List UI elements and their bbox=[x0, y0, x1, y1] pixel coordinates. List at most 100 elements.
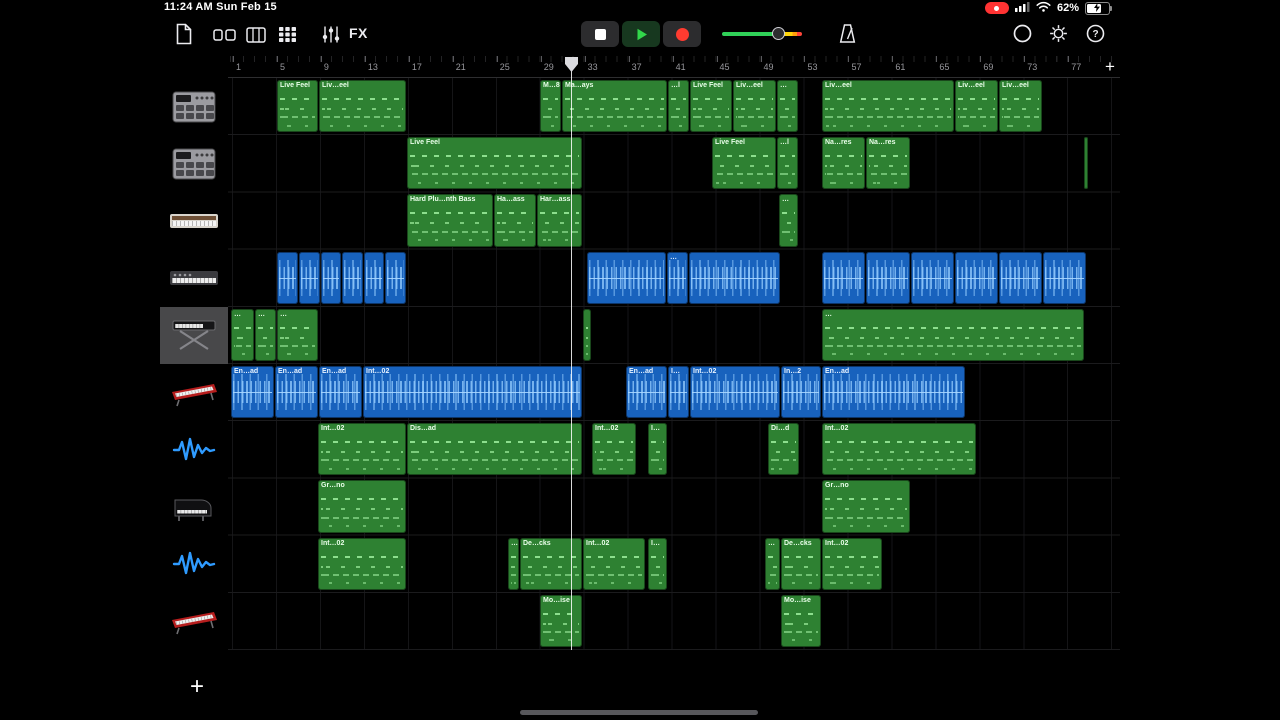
play-button[interactable] bbox=[622, 21, 660, 47]
track-header-audio-waveform[interactable] bbox=[160, 536, 228, 593]
audio-region[interactable] bbox=[385, 251, 406, 304]
track-header-red-synth[interactable] bbox=[160, 593, 228, 650]
screen-recording-indicator[interactable] bbox=[984, 2, 1009, 14]
midi-region[interactable]: Gr…no bbox=[318, 480, 406, 533]
audio-region[interactable] bbox=[689, 251, 780, 304]
midi-region[interactable]: Liv…eel bbox=[955, 80, 998, 133]
midi-region[interactable]: … bbox=[777, 80, 798, 133]
track-header-stage-piano[interactable] bbox=[160, 306, 228, 364]
track-header-drum-machine[interactable] bbox=[160, 78, 228, 135]
audio-region[interactable]: En…ad bbox=[822, 366, 965, 419]
horizontal-scrollbar[interactable] bbox=[520, 710, 758, 715]
settings-button[interactable] bbox=[1048, 23, 1069, 49]
midi-region[interactable]: …l bbox=[668, 80, 689, 133]
audio-region[interactable]: Int…02 bbox=[690, 366, 780, 419]
midi-region[interactable]: …l bbox=[777, 137, 798, 190]
midi-region[interactable]: I… bbox=[648, 537, 667, 590]
audio-region[interactable]: … bbox=[667, 251, 688, 304]
track-header-audio-waveform[interactable] bbox=[160, 421, 228, 478]
audio-region[interactable]: En…ad bbox=[319, 366, 362, 419]
record-button[interactable] bbox=[663, 21, 701, 47]
midi-region[interactable]: Live Feel bbox=[277, 80, 318, 133]
midi-region[interactable]: Na…res bbox=[822, 137, 865, 190]
audio-region[interactable]: In…2 bbox=[781, 366, 821, 419]
midi-region[interactable]: … bbox=[822, 308, 1084, 361]
midi-region[interactable]: Dis…ad bbox=[407, 423, 582, 476]
midi-region[interactable]: Int…02 bbox=[592, 423, 636, 476]
song-browser-button[interactable] bbox=[175, 23, 193, 50]
midi-region[interactable]: M…8 bbox=[540, 80, 561, 133]
timeline-ruler[interactable]: 1 5 9 13 17 21 25 29 33 37 41 45 49 53 57 61 65 69 73 77 bbox=[228, 56, 1120, 78]
midi-region[interactable]: Int…02 bbox=[583, 537, 645, 590]
audio-region[interactable] bbox=[364, 251, 384, 304]
midi-region[interactable]: Liv…eel bbox=[733, 80, 776, 133]
audio-region[interactable]: En…ad bbox=[275, 366, 318, 419]
midi-region[interactable]: Mo…ise bbox=[781, 594, 821, 647]
audio-region[interactable] bbox=[587, 251, 666, 304]
audio-region[interactable] bbox=[866, 251, 910, 304]
midi-region[interactable]: Live Feel bbox=[712, 137, 776, 190]
keyboard-view-button[interactable] bbox=[246, 26, 266, 49]
midi-region[interactable]: … bbox=[231, 308, 254, 361]
midi-region[interactable]: I… bbox=[648, 423, 667, 476]
midi-region[interactable]: De…cks bbox=[781, 537, 821, 590]
stop-button[interactable] bbox=[581, 21, 619, 47]
midi-region[interactable]: … bbox=[508, 537, 519, 590]
audio-region[interactable] bbox=[342, 251, 363, 304]
midi-region[interactable]: Int…02 bbox=[318, 423, 406, 476]
view-toggle-button[interactable] bbox=[213, 26, 236, 49]
track-header-grand-piano[interactable] bbox=[160, 478, 228, 535]
midi-region[interactable]: Liv…eel bbox=[822, 80, 954, 133]
midi-region[interactable]: Hard Plu…nth Bass bbox=[407, 194, 493, 247]
metronome-button[interactable] bbox=[838, 23, 857, 49]
midi-region[interactable]: Liv…eel bbox=[999, 80, 1042, 133]
audio-region[interactable] bbox=[277, 251, 298, 304]
track-header-vintage-synth[interactable] bbox=[160, 192, 228, 249]
midi-region[interactable]: … bbox=[277, 308, 318, 361]
audio-region[interactable]: En…ad bbox=[626, 366, 667, 419]
audio-region[interactable] bbox=[1043, 251, 1086, 304]
midi-region[interactable]: … bbox=[779, 194, 798, 247]
midi-region[interactable]: Di…d bbox=[768, 423, 799, 476]
help-button[interactable]: ? bbox=[1085, 23, 1106, 49]
midi-region[interactable]: Mo…ise bbox=[540, 594, 582, 647]
midi-region[interactable]: Int…02 bbox=[822, 537, 882, 590]
midi-region[interactable]: Liv…eel bbox=[319, 80, 406, 133]
midi-region[interactable]: Int…02 bbox=[822, 423, 976, 476]
midi-region[interactable] bbox=[583, 308, 591, 361]
midi-region[interactable]: Live Feel bbox=[690, 80, 732, 133]
audio-region[interactable] bbox=[911, 251, 954, 304]
audio-region[interactable] bbox=[955, 251, 998, 304]
volume-knob[interactable] bbox=[772, 27, 785, 40]
audio-region[interactable]: En…ad bbox=[231, 366, 274, 419]
midi-region[interactable]: Ma…ays bbox=[562, 80, 667, 133]
midi-region[interactable]: … bbox=[255, 308, 276, 361]
audio-region[interactable]: I… bbox=[668, 366, 689, 419]
track-header-drum-machine[interactable] bbox=[160, 135, 228, 192]
midi-region[interactable]: Int…02 bbox=[318, 537, 406, 590]
audio-region[interactable] bbox=[321, 251, 341, 304]
midi-region[interactable]: Har…ass bbox=[537, 194, 582, 247]
add-section-button[interactable]: + bbox=[1100, 57, 1120, 77]
midi-region[interactable]: … bbox=[765, 537, 780, 590]
playhead[interactable] bbox=[570, 57, 572, 650]
fx-button[interactable]: FX bbox=[349, 25, 368, 41]
midi-region[interactable] bbox=[1084, 137, 1088, 190]
midi-region[interactable]: Gr…no bbox=[822, 480, 910, 533]
master-volume-slider[interactable] bbox=[722, 27, 802, 40]
loops-grid-button[interactable] bbox=[278, 26, 297, 48]
add-track-button[interactable]: + bbox=[184, 672, 210, 702]
audio-region[interactable] bbox=[822, 251, 865, 304]
loop-browser-button[interactable] bbox=[1012, 23, 1033, 49]
audio-region[interactable] bbox=[999, 251, 1042, 304]
audio-region[interactable] bbox=[299, 251, 320, 304]
midi-region[interactable]: Na…res bbox=[866, 137, 910, 190]
audio-region[interactable]: Int…02 bbox=[363, 366, 582, 419]
track-header-analog-synth[interactable] bbox=[160, 250, 228, 307]
midi-region[interactable]: Live Feel bbox=[407, 137, 582, 190]
midi-region[interactable]: De…cks bbox=[520, 537, 582, 590]
track-header-red-synth[interactable] bbox=[160, 364, 228, 421]
mixer-controls-button[interactable] bbox=[322, 25, 340, 49]
playhead-handle[interactable] bbox=[564, 57, 578, 77]
midi-region[interactable]: Ha…ass bbox=[494, 194, 536, 247]
